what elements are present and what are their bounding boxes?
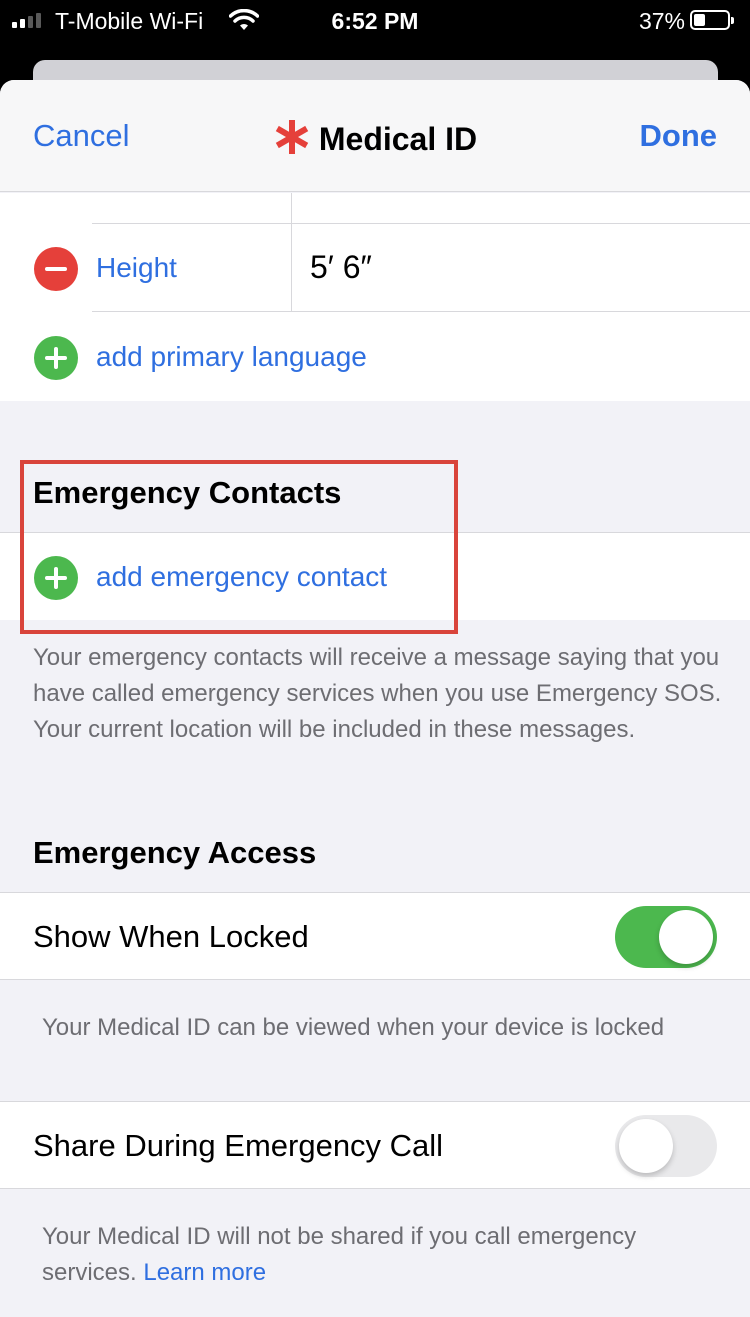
- battery-percentage: 37%: [638, 8, 685, 34]
- add-emergency-contact-link[interactable]: add emergency contact: [96, 561, 387, 593]
- learn-more-link[interactable]: Learn more: [143, 1259, 266, 1286]
- add-primary-language-link[interactable]: add primary language: [96, 341, 367, 373]
- battery-icon: [690, 10, 734, 30]
- medical-star-icon: [273, 118, 311, 164]
- emergency-contacts-group: add emergency contact: [0, 532, 750, 620]
- health-fields-group: Height 5′ 6″ add primary language: [0, 193, 750, 401]
- add-primary-language-button[interactable]: [34, 336, 78, 380]
- height-label[interactable]: Height: [96, 252, 177, 284]
- emergency-access-header: Emergency Access: [33, 835, 317, 870]
- emergency-contacts-footer: Your emergency contacts will receive a m…: [33, 644, 722, 743]
- navigation-bar: Cancel Medical ID Done: [0, 80, 750, 192]
- page-title-text: Medical ID: [318, 121, 478, 157]
- row-divider: [92, 311, 750, 312]
- share-during-call-row: Share During Emergency Call: [0, 1101, 750, 1189]
- show-when-locked-row: Show When Locked: [0, 892, 750, 980]
- page-title: Medical ID: [0, 118, 750, 164]
- share-during-call-footer-text: Your Medical ID will not be shared if yo…: [42, 1223, 637, 1286]
- height-value[interactable]: 5′ 6″: [310, 249, 372, 286]
- status-time: 6:52 PM: [331, 8, 419, 34]
- medical-id-sheet: Cancel Medical ID Done Height 5′ 6″ add …: [0, 80, 750, 1317]
- emergency-contacts-header: Emergency Contacts: [33, 475, 342, 510]
- done-button[interactable]: Done: [640, 118, 718, 154]
- status-bar: T-Mobile Wi-Fi 6:52 PM 37%: [0, 0, 750, 44]
- show-when-locked-footer: Your Medical ID can be viewed when your …: [42, 1014, 665, 1041]
- remove-height-button[interactable]: [34, 247, 78, 291]
- share-during-call-label: Share During Emergency Call: [33, 1128, 444, 1163]
- row-divider: [92, 223, 750, 224]
- add-emergency-contact-button[interactable]: [34, 556, 78, 600]
- show-when-locked-label: Show When Locked: [33, 919, 309, 954]
- show-when-locked-toggle[interactable]: [615, 906, 717, 968]
- column-divider: [291, 193, 292, 312]
- share-during-call-toggle[interactable]: [615, 1115, 717, 1177]
- share-during-call-footer: Your Medical ID will not be shared if yo…: [42, 1219, 732, 1291]
